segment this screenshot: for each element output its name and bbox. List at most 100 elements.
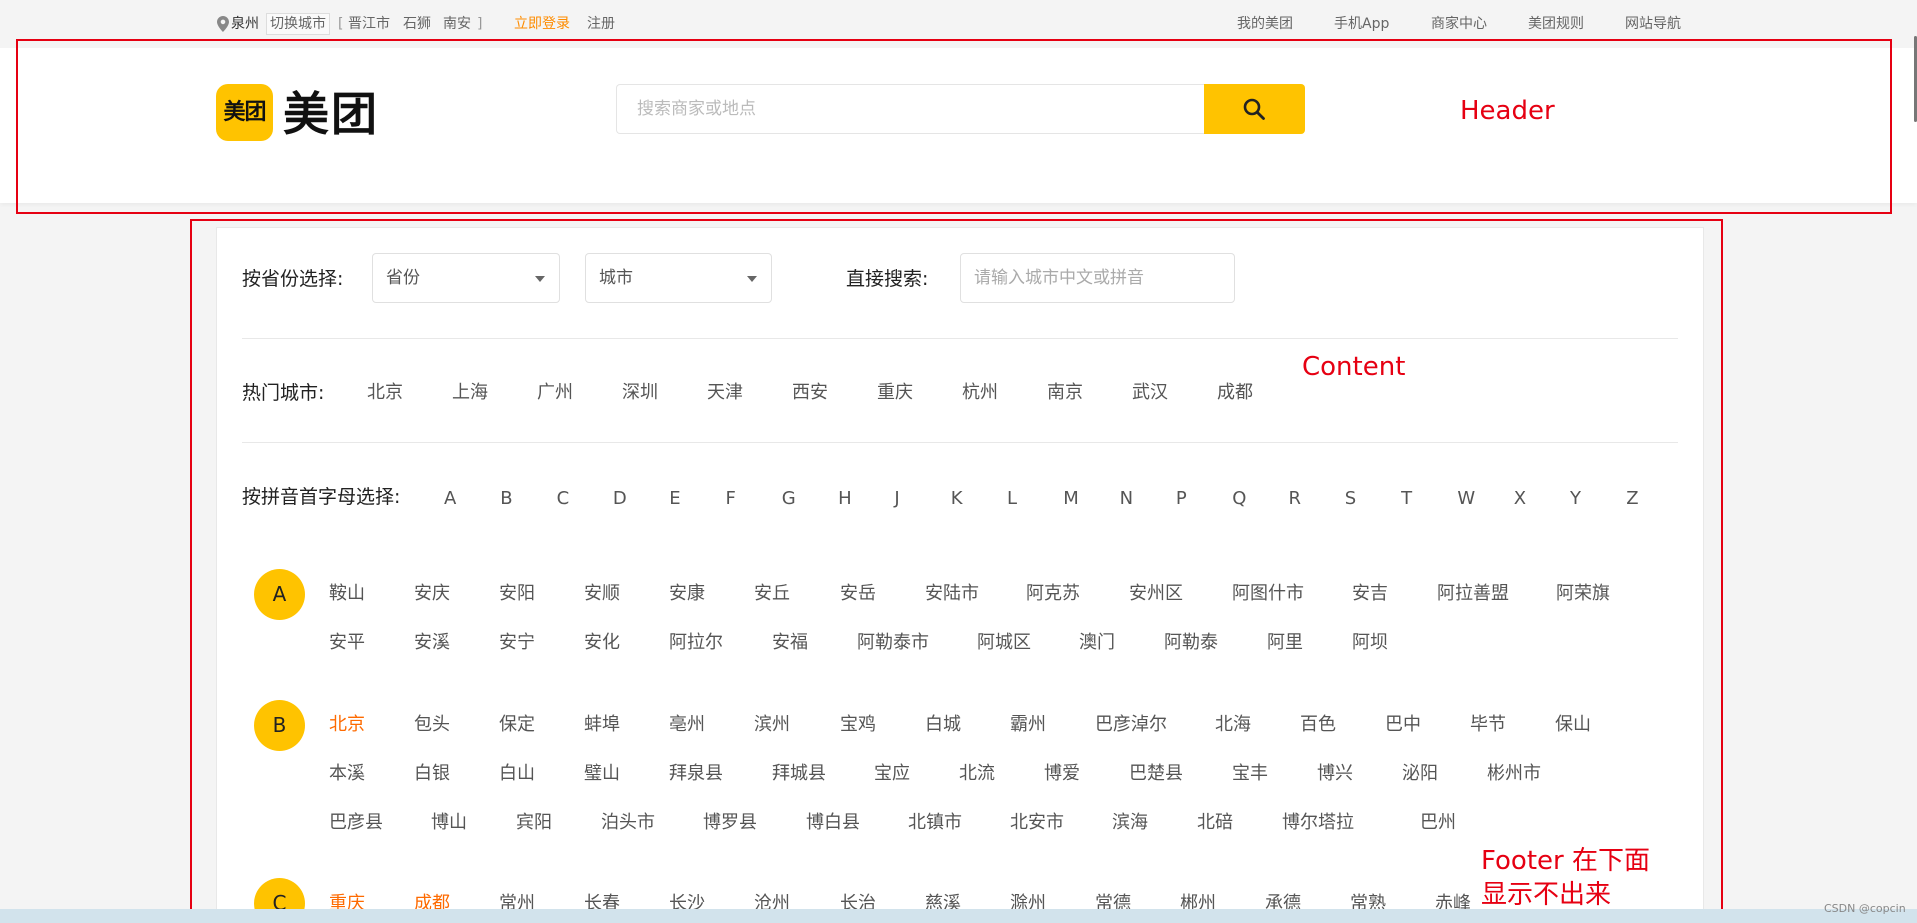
city-link[interactable]: 北京	[329, 713, 365, 737]
pinyin-letter-link[interactable]: M	[1063, 487, 1079, 511]
pinyin-letter-link[interactable]: N	[1120, 487, 1133, 511]
city-link[interactable]: 本溪	[329, 762, 365, 786]
city-link[interactable]: 阿坝	[1352, 631, 1388, 655]
nearby-city-link[interactable]: 石狮	[403, 14, 431, 34]
hot-city-link[interactable]: 上海	[452, 381, 488, 405]
city-link[interactable]: 北海	[1215, 713, 1251, 737]
hot-city-link[interactable]: 北京	[367, 381, 403, 405]
search-button[interactable]	[1204, 84, 1305, 134]
city-link[interactable]: 安溪	[414, 631, 450, 655]
city-select[interactable]: 城市	[585, 253, 772, 303]
pinyin-letter-link[interactable]: R	[1289, 487, 1302, 511]
pinyin-letter-link[interactable]: A	[444, 487, 456, 511]
city-link[interactable]: 宝丰	[1232, 762, 1268, 786]
city-link[interactable]: 安岳	[840, 582, 876, 606]
logo-icon[interactable]: 美团	[216, 84, 273, 141]
city-link[interactable]: 亳州	[669, 713, 705, 737]
pinyin-letter-link[interactable]: C	[557, 487, 570, 511]
city-link[interactable]: 阿勒泰	[1164, 631, 1218, 655]
city-link[interactable]: 巴楚县	[1129, 762, 1183, 786]
pinyin-letter-link[interactable]: E	[669, 487, 680, 511]
city-link[interactable]: 博兴	[1317, 762, 1353, 786]
city-link[interactable]: 澳门	[1079, 631, 1115, 655]
city-link[interactable]: 博罗县	[703, 811, 757, 835]
city-link[interactable]: 滨海	[1112, 811, 1148, 835]
nearby-city-link[interactable]: 南安	[443, 14, 471, 34]
city-link[interactable]: 毕节	[1470, 713, 1506, 737]
city-link[interactable]: 宾阳	[516, 811, 552, 835]
city-link[interactable]: 滨州	[754, 713, 790, 737]
city-link[interactable]: 泊头市	[601, 811, 655, 835]
login-link[interactable]: 立即登录	[514, 14, 570, 34]
site-nav-link[interactable]: 网站导航	[1625, 14, 1681, 34]
logo-text[interactable]: 美团	[283, 84, 379, 144]
city-link[interactable]: 巴州	[1420, 811, 1456, 835]
city-link[interactable]: 白城	[925, 713, 961, 737]
city-link[interactable]: 阿拉尔	[669, 631, 723, 655]
city-link[interactable]: 安庆	[414, 582, 450, 606]
city-link[interactable]: 阿荣旗	[1556, 582, 1610, 606]
pinyin-letter-link[interactable]: D	[613, 487, 627, 511]
city-link[interactable]: 鞍山	[329, 582, 365, 606]
register-link[interactable]: 注册	[587, 14, 615, 34]
pinyin-letter-link[interactable]: L	[1007, 487, 1017, 511]
city-search-input[interactable]	[960, 253, 1235, 303]
city-link[interactable]: 阿勒泰市	[857, 631, 929, 655]
city-link[interactable]: 安化	[584, 631, 620, 655]
meituan-rules-link[interactable]: 美团规则	[1528, 14, 1584, 34]
city-link[interactable]: 安陆市	[925, 582, 979, 606]
nearby-city-link[interactable]: 晋江市	[348, 14, 390, 34]
hot-city-link[interactable]: 深圳	[622, 381, 658, 405]
pinyin-letter-link[interactable]: T	[1401, 487, 1412, 511]
search-input[interactable]	[616, 84, 1206, 134]
city-link[interactable]: 安州区	[1129, 582, 1183, 606]
city-link[interactable]: 巴彦县	[329, 811, 383, 835]
pinyin-letter-link[interactable]: J	[894, 487, 899, 511]
city-link[interactable]: 璧山	[584, 762, 620, 786]
city-link[interactable]: 宝应	[874, 762, 910, 786]
city-link[interactable]: 巴彦淖尔	[1095, 713, 1167, 737]
pinyin-letter-link[interactable]: Q	[1232, 487, 1246, 511]
city-link[interactable]: 博爱	[1044, 762, 1080, 786]
pinyin-letter-link[interactable]: X	[1514, 487, 1526, 511]
city-link[interactable]: 博山	[431, 811, 467, 835]
city-link[interactable]: 保定	[499, 713, 535, 737]
city-link[interactable]: 安平	[329, 631, 365, 655]
city-link[interactable]: 霸州	[1010, 713, 1046, 737]
mobile-app-link[interactable]: 手机App	[1334, 14, 1389, 34]
city-link[interactable]: 安顺	[584, 582, 620, 606]
pinyin-letter-link[interactable]: Z	[1626, 487, 1638, 511]
pinyin-letter-link[interactable]: B	[500, 487, 512, 511]
switch-city-button[interactable]: 切换城市	[266, 13, 330, 35]
city-link[interactable]: 白银	[414, 762, 450, 786]
city-link[interactable]: 安吉	[1352, 582, 1388, 606]
province-select[interactable]: 省份	[372, 253, 560, 303]
city-link[interactable]: 泌阳	[1402, 762, 1438, 786]
city-link[interactable]: 保山	[1555, 713, 1591, 737]
city-link[interactable]: 彬州市	[1487, 762, 1541, 786]
city-link[interactable]: 白山	[499, 762, 535, 786]
hot-city-link[interactable]: 重庆	[877, 381, 913, 405]
pinyin-letter-link[interactable]: P	[1176, 487, 1187, 511]
pinyin-letter-link[interactable]: W	[1457, 487, 1475, 511]
pinyin-letter-link[interactable]: H	[838, 487, 852, 511]
hot-city-link[interactable]: 成都	[1217, 381, 1253, 405]
pinyin-letter-link[interactable]: F	[726, 487, 736, 511]
city-link[interactable]: 北镇市	[908, 811, 962, 835]
hot-city-link[interactable]: 西安	[792, 381, 828, 405]
pinyin-letter-link[interactable]: Y	[1570, 487, 1581, 511]
city-link[interactable]: 阿拉善盟	[1437, 582, 1509, 606]
pinyin-letter-link[interactable]: S	[1345, 487, 1356, 511]
city-link[interactable]: 北安市	[1010, 811, 1064, 835]
city-link[interactable]: 博白县	[806, 811, 860, 835]
city-link[interactable]: 阿图什市	[1232, 582, 1304, 606]
city-link[interactable]: 拜泉县	[669, 762, 723, 786]
my-meituan-link[interactable]: 我的美团	[1237, 14, 1293, 34]
pinyin-letter-link[interactable]: K	[951, 487, 963, 511]
city-link[interactable]: 安丘	[754, 582, 790, 606]
hot-city-link[interactable]: 武汉	[1132, 381, 1168, 405]
hot-city-link[interactable]: 广州	[537, 381, 573, 405]
city-link[interactable]: 安康	[669, 582, 705, 606]
city-link[interactable]: 北流	[959, 762, 995, 786]
city-link[interactable]: 巴中	[1385, 713, 1421, 737]
